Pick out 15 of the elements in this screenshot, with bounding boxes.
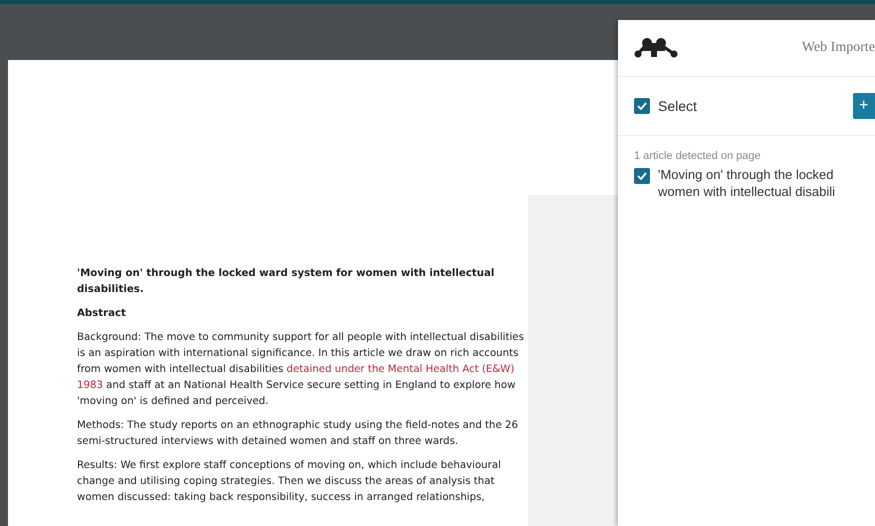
logo-icon (634, 37, 678, 59)
check-icon (637, 102, 647, 110)
add-button[interactable]: + (853, 93, 875, 119)
check-icon (637, 172, 647, 180)
panel-title: Web Importe (802, 40, 875, 56)
article-title: 'Moving on' through the locked ward system for women with intellectual disabilities. (77, 267, 496, 297)
checkbox[interactable] (634, 98, 650, 114)
checkbox[interactable] (634, 168, 650, 184)
detected-count: 1 article detected on page (633, 149, 762, 164)
abstract-heading: Abstract (77, 307, 127, 321)
abstract-paragraph: Results: We first explore staff conceptions of moving on, which include behavioural change and utilising coping strategies. Then we discuss the areas of analysis that women discussed: taking back responsibility, success in arranged relationships, (77, 459, 502, 505)
select-label: Select (658, 98, 697, 114)
abstract-paragraph: Methods: The study reports on an ethnographic study using the field-notes and the 26 semi-structured interviews with detained women and staff on three wards. (77, 419, 519, 449)
article-item-title: 'Moving on' through the locked women with intellectual disabili (658, 166, 836, 200)
abstract-paragraph: Background: The move to community support for all people with intellectual disabilities is an aspiration with international significance. In this article we draw on rich accounts from women with intellectual disabilities detained under the Mental Health Act (E&W) 1983 and staff at an National Health Service secure setting in England to explore how 'moving on' is defined and perceived. (77, 331, 525, 409)
